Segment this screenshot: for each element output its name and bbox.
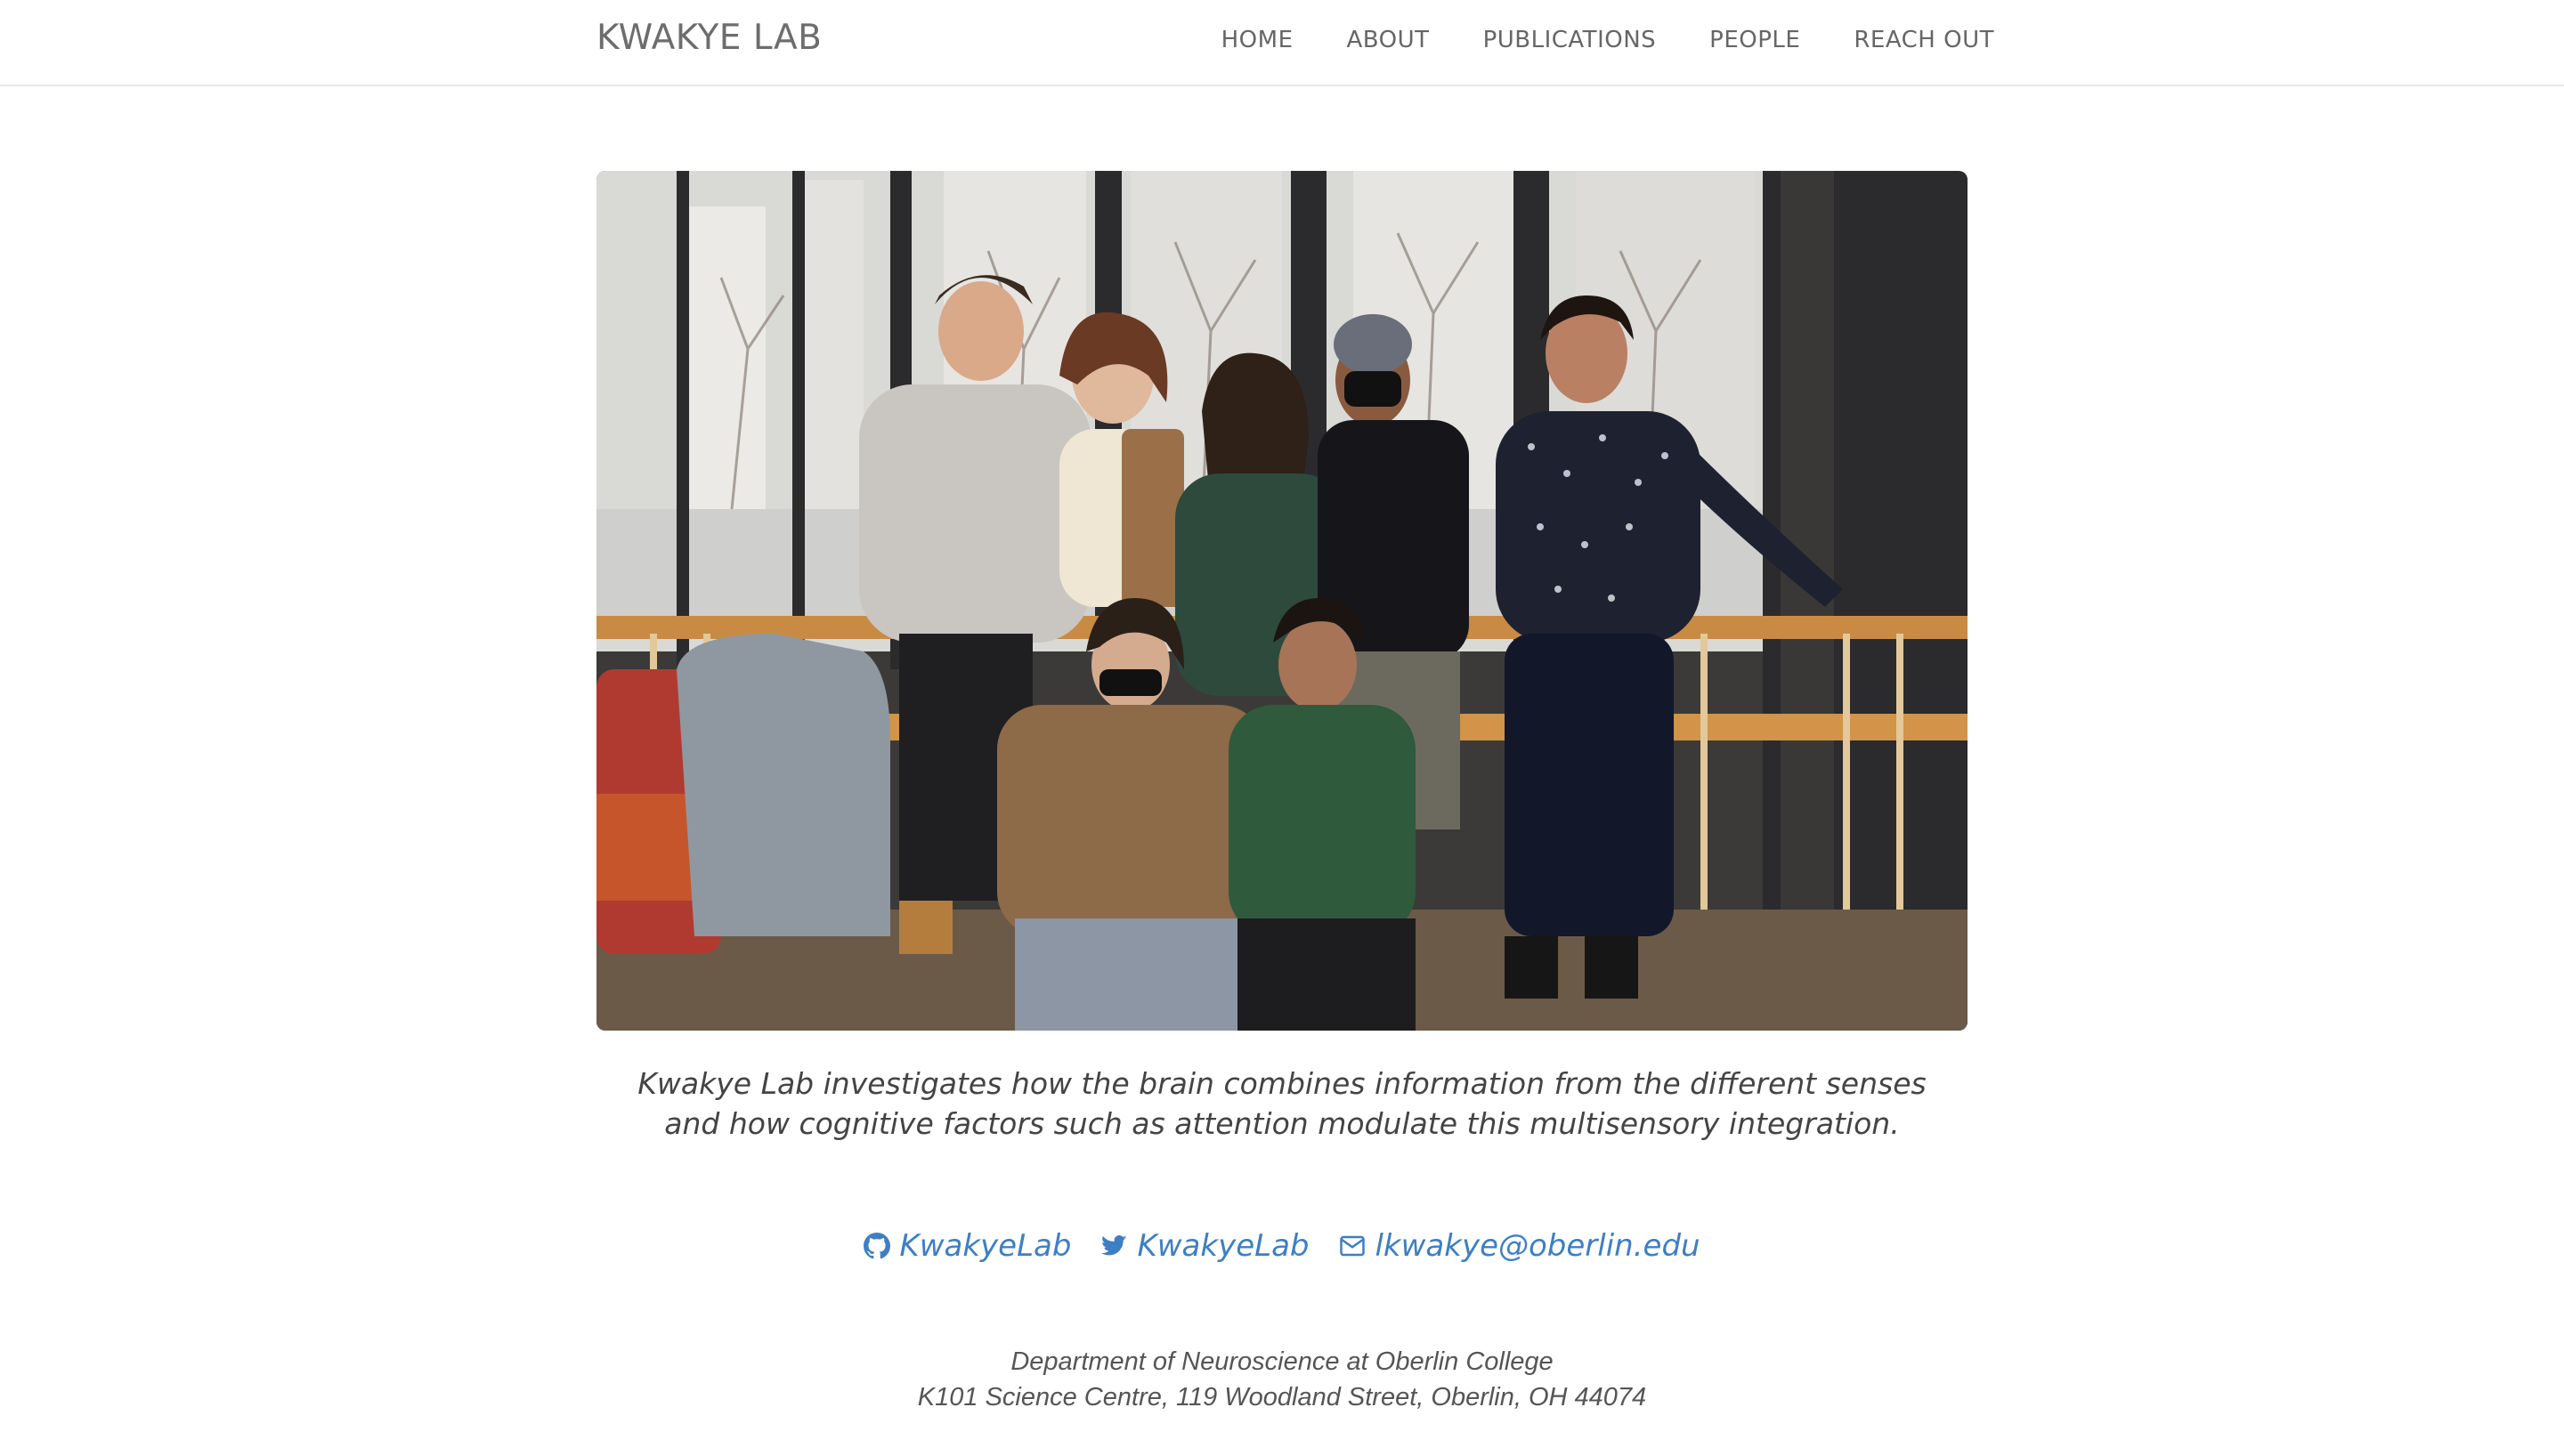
email-link[interactable]: lkwakye@oberlin.edu — [1339, 1228, 1700, 1264]
brand-logo-link[interactable]: KWAKYE LAB — [596, 18, 822, 58]
github-link[interactable]: KwakyeLab — [864, 1228, 1071, 1264]
description-line-1: Kwakye Lab investigates how the brain co… — [637, 1066, 1927, 1101]
top-navbar: KWAKYE LAB HOME ABOUT PUBLICATIONS PEOPL… — [0, 0, 2564, 86]
social-links: KwakyeLab KwakyeLab lkwakye@oberlin.edu — [0, 1228, 2564, 1264]
nav-item-about: ABOUT — [1347, 27, 1430, 53]
nav-link-reach-out[interactable]: REACH OUT — [1854, 27, 1994, 53]
email-label: lkwakye@oberlin.edu — [1375, 1228, 1700, 1264]
nav-link-people[interactable]: PEOPLE — [1709, 27, 1800, 53]
nav-link-home[interactable]: HOME — [1221, 27, 1294, 53]
footer-address: Department of Neuroscience at Oberlin Co… — [0, 1344, 2564, 1415]
nav-item-home: HOME — [1221, 27, 1294, 53]
twitter-label: KwakyeLab — [1137, 1228, 1310, 1264]
github-label: KwakyeLab — [899, 1228, 1072, 1264]
nav-link-publications[interactable]: PUBLICATIONS — [1483, 27, 1657, 53]
nav-link-about[interactable]: ABOUT — [1347, 27, 1430, 53]
lab-group-photo — [596, 171, 1968, 1031]
nav-item-reach-out: REACH OUT — [1854, 27, 1994, 53]
footer-department: Department of Neuroscience at Oberlin Co… — [1010, 1347, 1554, 1376]
main-nav: HOME ABOUT PUBLICATIONS PEOPLE REACH OUT — [1221, 27, 1994, 53]
footer-street-address: K101 Science Centre, 119 Woodland Street… — [917, 1383, 1647, 1412]
description-line-2: and how cognitive factors such as attent… — [664, 1106, 1900, 1141]
nav-item-publications: PUBLICATIONS — [1483, 27, 1657, 53]
envelope-icon — [1340, 1235, 1366, 1257]
nav-item-people: PEOPLE — [1709, 27, 1800, 53]
twitter-link[interactable]: KwakyeLab — [1101, 1228, 1309, 1264]
github-icon — [864, 1233, 891, 1259]
lab-description: Kwakye Lab investigates how the brain co… — [392, 1064, 2172, 1144]
twitter-icon — [1101, 1235, 1128, 1256]
